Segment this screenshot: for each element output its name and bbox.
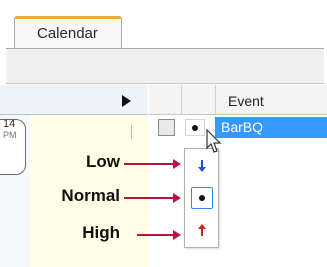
calendar-pane-header xyxy=(0,85,148,115)
priority-option-normal[interactable] xyxy=(191,187,213,209)
priority-option-low[interactable] xyxy=(191,155,213,177)
grid-header: Event xyxy=(149,85,327,115)
dot-icon xyxy=(192,125,198,131)
callout-low: Low xyxy=(86,152,120,171)
column-header-event[interactable]: Event xyxy=(228,93,264,109)
column-divider xyxy=(215,85,216,115)
callout-arrow-normal xyxy=(124,193,181,203)
up-arrow-icon xyxy=(198,224,206,236)
priority-cell[interactable] xyxy=(185,119,205,136)
next-arrow-icon[interactable] xyxy=(122,95,131,107)
divider xyxy=(131,125,137,139)
dot-icon xyxy=(199,195,205,201)
callout-high: High xyxy=(82,223,120,242)
callout-arrow-high xyxy=(137,230,181,240)
tab-calendar[interactable]: Calendar xyxy=(14,16,122,49)
mouse-cursor-icon xyxy=(206,129,222,153)
event-name: BarBQ xyxy=(221,119,264,135)
row-checkbox[interactable] xyxy=(158,119,175,136)
column-divider xyxy=(181,85,182,115)
down-arrow-icon xyxy=(198,160,206,172)
tab-label: Calendar xyxy=(37,25,98,42)
priority-dropdown[interactable] xyxy=(184,148,219,248)
priority-option-high[interactable] xyxy=(191,219,213,241)
tab-body xyxy=(6,48,324,84)
table-row[interactable]: BarBQ xyxy=(149,116,327,138)
callout-normal: Normal xyxy=(61,186,120,205)
day-number: 14 xyxy=(3,118,16,130)
day-sub-label: PM xyxy=(3,130,17,140)
tab-strip: Calendar xyxy=(6,0,324,84)
event-cell[interactable]: BarBQ xyxy=(215,117,327,138)
callout-arrow-low xyxy=(124,159,181,169)
